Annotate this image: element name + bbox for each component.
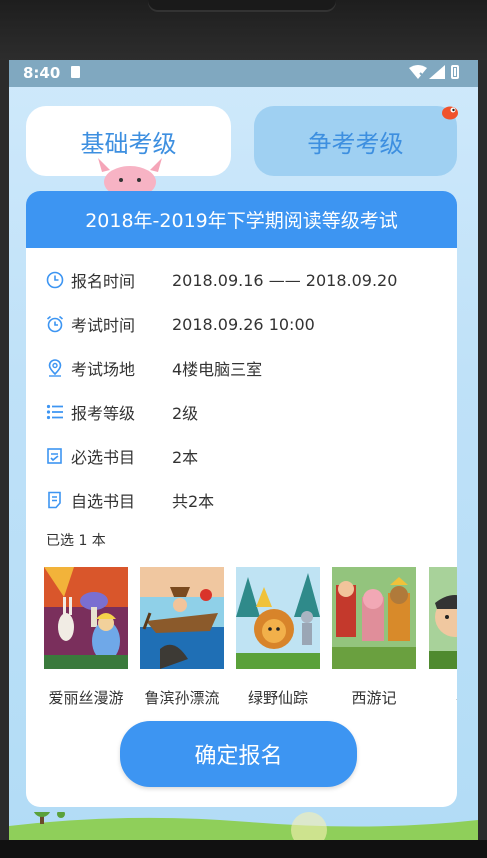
row-label: 考试场地 (71, 360, 136, 379)
row-value: 2本 (172, 448, 199, 467)
book-title: 西游记 (351, 689, 397, 707)
list-icon (46, 404, 63, 420)
status-bar: 8:40 (9, 60, 478, 87)
checklist-icon (47, 448, 62, 464)
info-row-exam-level: 报考等级 2级 (46, 397, 198, 427)
row-label: 自选书目 (71, 492, 136, 511)
tab-compete-label: 争考考级 (307, 129, 404, 158)
location-pin-icon (48, 359, 62, 377)
speaker-grille (148, 0, 336, 12)
book-cover-journey-west (332, 567, 416, 669)
exam-title: 2018年-2019年下学期阅读等级考试 (26, 191, 457, 248)
book-title: 爱丽丝漫游 (48, 689, 124, 707)
device-bezel-bottom (0, 840, 487, 858)
book-title: 农夫 (421, 687, 457, 708)
status-time: 8:40 (23, 64, 61, 82)
row-label: 必选书目 (71, 448, 136, 467)
row-value: 2018.09.26 10:00 (172, 314, 315, 334)
row-value: 2018.09.16 —— 2018.09.20 (172, 270, 398, 290)
book-item-journey-west[interactable]: 西游记 (332, 567, 416, 708)
info-row-required-books: 必选书目 2本 (46, 441, 198, 471)
info-row-exam-time: 考试时间 2018.09.26 10:00 (46, 309, 315, 339)
sim-card-icon (71, 66, 80, 78)
book-item-robinson[interactable]: 鲁滨孙漂流 (140, 567, 224, 708)
row-value: 2级 (172, 404, 199, 423)
book-cover-robinson (140, 567, 224, 669)
alarm-clock-icon (46, 315, 64, 333)
tab-compete-level[interactable]: 争考考级 (254, 106, 457, 176)
info-row-optional-books: 自选书目 共2本 (46, 485, 214, 515)
clock-icon (46, 271, 64, 289)
book-list: 爱丽丝漫游 鲁滨孙漂流 绿野仙踪 西游记 (44, 567, 457, 717)
row-value: 共2本 (172, 492, 215, 511)
exam-card: 2018年-2019年下学期阅读等级考试 报名时间 2018.09.16 —— … (26, 191, 457, 807)
book-title: 鲁滨孙漂流 (144, 689, 220, 707)
row-label: 考试时间 (71, 316, 136, 335)
confirm-button-label: 确定报名 (194, 744, 283, 769)
battery-icon (451, 65, 459, 79)
book-title: 绿野仙踪 (247, 689, 308, 707)
grass-decoration (9, 812, 478, 840)
book-item-oz[interactable]: 绿野仙踪 (236, 567, 320, 708)
confirm-registration-button[interactable]: 确定报名 (120, 721, 357, 787)
pig-mascot-icon (98, 158, 162, 196)
notification-bird-icon (442, 106, 458, 120)
document-icon (48, 491, 61, 509)
signal-icon (429, 65, 445, 79)
app-screen: 8:40 基础考级 争考考级 2018年-2019年下学期阅读等级考试 报名时间… (9, 60, 478, 840)
info-row-exam-venue: 考试场地 4楼电脑三室 (46, 353, 262, 383)
book-item-alice[interactable]: 爱丽丝漫游 (44, 567, 128, 708)
tab-basic-label: 基础考级 (80, 129, 177, 158)
wifi-icon (409, 65, 427, 79)
info-row-registration-time: 报名时间 2018.09.16 —— 2018.09.20 (46, 265, 397, 295)
row-label: 报名时间 (71, 272, 136, 291)
row-label: 报考等级 (71, 404, 136, 423)
selected-count: 已选 1 本 (46, 533, 106, 549)
row-value: 4楼电脑三室 (172, 360, 263, 379)
book-cover-farmer (429, 567, 457, 669)
book-cover-alice (44, 567, 128, 669)
book-item-farmer[interactable]: 农夫 (429, 567, 457, 708)
book-cover-oz (236, 567, 320, 669)
device-bezel-top (0, 0, 487, 60)
